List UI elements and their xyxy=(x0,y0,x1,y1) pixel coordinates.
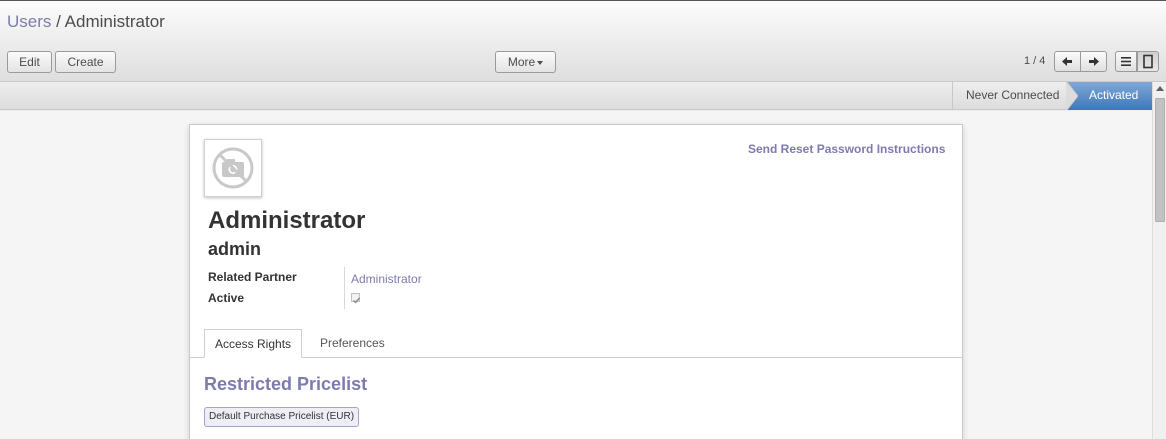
active-label: Active xyxy=(208,291,245,305)
active-checkbox[interactable] xyxy=(351,293,361,304)
related-partner-label: Related Partner xyxy=(208,270,297,284)
previous-record-button[interactable] xyxy=(1054,51,1081,72)
list-view-button[interactable] xyxy=(1115,51,1137,72)
user-name-title: Administrator xyxy=(208,207,366,234)
more-dropdown-button[interactable]: More xyxy=(495,51,556,73)
vertical-scrollbar[interactable] xyxy=(1152,82,1166,439)
related-partner-link[interactable]: Administrator xyxy=(351,272,422,286)
user-login: admin xyxy=(208,239,262,259)
send-reset-password-link[interactable]: Send Reset Password Instructions xyxy=(748,142,945,156)
user-avatar[interactable] xyxy=(204,139,262,197)
restricted-pricelist-heading: Restricted Pricelist xyxy=(204,374,368,394)
scroll-thumb[interactable] xyxy=(1155,98,1165,222)
pricelist-tag[interactable]: Default Purchase Pricelist (EUR) xyxy=(204,407,360,427)
scroll-up-arrow-icon[interactable] xyxy=(1156,86,1164,91)
next-record-button[interactable] xyxy=(1080,51,1107,72)
breadcrumb-separator: / xyxy=(56,12,61,31)
form-view-button[interactable] xyxy=(1137,51,1159,72)
caret-down-icon xyxy=(537,60,544,65)
tab-access-rights[interactable]: Access Rights xyxy=(204,329,303,358)
arrow-right-icon xyxy=(1089,57,1099,66)
field-separator xyxy=(344,267,345,309)
control-panel: Users / Administrator Edit Create More xyxy=(0,1,1166,82)
more-label: More xyxy=(507,55,536,69)
camera-placeholder-icon xyxy=(212,147,254,189)
breadcrumb: Users / Administrator xyxy=(7,12,165,32)
create-button[interactable]: Create xyxy=(55,51,116,73)
pager-value: 1 / 4 xyxy=(1024,55,1046,67)
breadcrumb-current: Administrator xyxy=(64,12,165,31)
checkmark-icon xyxy=(353,297,361,304)
status-arrow-separator xyxy=(1066,82,1078,110)
form-view-icon xyxy=(1143,54,1153,69)
arrow-left-icon xyxy=(1062,57,1072,66)
tab-preferences[interactable]: Preferences xyxy=(310,329,395,358)
form-sheet: Send Reset Password Instructions Adminis… xyxy=(189,124,963,439)
edit-button[interactable]: Edit xyxy=(7,51,52,73)
tabs-divider xyxy=(190,357,962,358)
status-activated[interactable]: Activated xyxy=(1067,82,1152,110)
breadcrumb-users-link[interactable]: Users xyxy=(7,12,51,31)
list-view-icon xyxy=(1121,57,1131,66)
status-never-connected[interactable]: Never Connected xyxy=(952,82,1067,110)
